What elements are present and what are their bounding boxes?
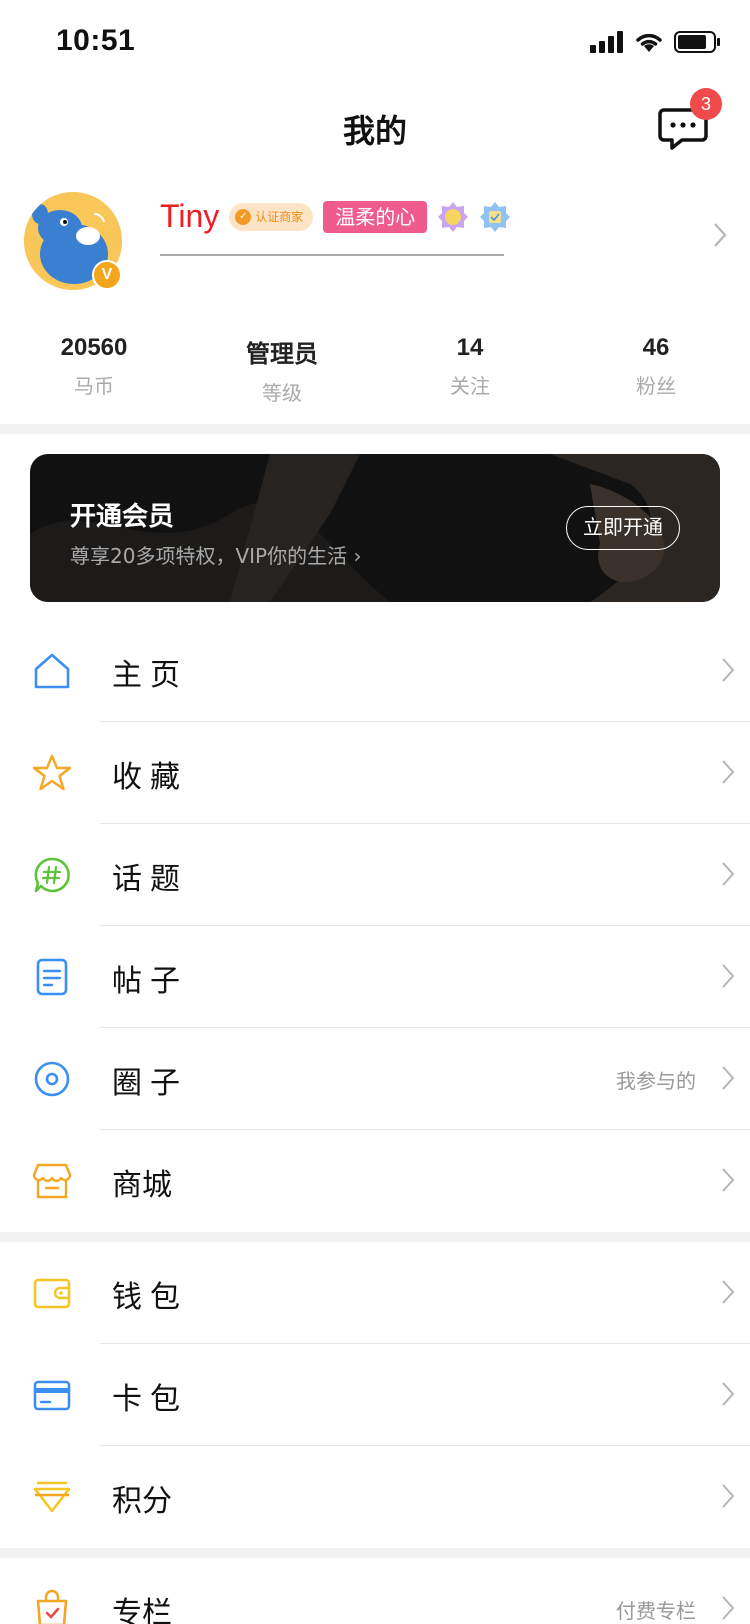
cellular-signal-icon (590, 31, 623, 53)
menu-item-favorites[interactable]: 收藏 (0, 722, 750, 824)
menu-item-extra: 我参与的 (616, 1069, 696, 1093)
vip-title: 开通会员 (70, 502, 175, 532)
medal-blue-icon (480, 201, 511, 232)
star-icon (32, 754, 72, 791)
message-count-badge: 3 (690, 88, 722, 120)
menu-item-cards[interactable]: 卡包 (0, 1344, 750, 1446)
battery-icon (674, 31, 720, 53)
menu-item-label: 积分 (112, 1484, 172, 1519)
vip-banner[interactable]: 开通会员 尊享20多项特权，VIP你的生活 › 立即开通 (30, 454, 720, 602)
wifi-icon (636, 33, 662, 52)
menu-item-label: 话题 (112, 862, 188, 897)
profile-header[interactable]: V Tiny ✓ 认证商家 温柔的心 (0, 184, 750, 294)
chevron-right-icon (722, 1280, 735, 1304)
stat-followers[interactable]: 46 粉丝 (562, 334, 750, 399)
medal-purple-icon (438, 201, 469, 232)
username: Tiny (160, 198, 220, 234)
menu-item-label: 钱包 (112, 1280, 188, 1315)
status-bar: 10:51 (0, 0, 750, 88)
stat-label: 等级 (262, 381, 302, 405)
menu-item-label: 专栏 (112, 1596, 172, 1624)
menu-group-assets: 钱包 卡包 积分 (0, 1242, 750, 1548)
signature-line (160, 254, 504, 256)
menu-item-store[interactable]: 商城 (0, 1130, 750, 1232)
chevron-right-icon (722, 658, 735, 682)
chevron-right-icon (722, 964, 735, 988)
chevron-right-icon (722, 760, 735, 784)
column-bag-icon (36, 1589, 68, 1624)
stat-label: 马币 (74, 374, 114, 398)
menu-item-wallet[interactable]: 钱包 (0, 1242, 750, 1344)
page-title: 我的 (342, 112, 407, 150)
menu-item-label: 商城 (112, 1168, 172, 1203)
menu-item-label: 主页 (112, 658, 188, 693)
section-divider (0, 424, 750, 434)
circle-icon (34, 1061, 70, 1097)
stat-label: 关注 (450, 374, 490, 398)
status-icons (590, 30, 722, 54)
menu-item-home[interactable]: 主页 (0, 620, 750, 722)
title-badge: 温柔的心 (323, 200, 428, 233)
user-name-line: Tiny ✓ 认证商家 温柔的心 (160, 198, 511, 235)
vip-subtitle: 尊享20多项特权，VIP你的生活 › (70, 544, 362, 568)
menu-item-posts[interactable]: 帖子 (0, 926, 750, 1028)
chevron-right-icon (722, 1066, 735, 1090)
chevron-right-icon (722, 1484, 735, 1508)
stat-level[interactable]: 管理员 等级 (188, 334, 376, 406)
stat-value: 46 (642, 334, 670, 361)
menu-item-label: 收藏 (112, 760, 188, 795)
menu-item-circles[interactable]: 圈子 我参与的 (0, 1028, 750, 1130)
menu-item-topics[interactable]: 话题 (0, 824, 750, 926)
certified-check-icon: ✓ (235, 208, 252, 225)
topic-hash-icon (34, 857, 70, 893)
chevron-right-icon (722, 1168, 735, 1192)
nav-bar: 我的 (0, 88, 750, 172)
stats-row: 20560 马币 管理员 等级 14 关注 46 粉丝 (0, 334, 750, 414)
stat-value: 20560 (60, 334, 128, 361)
menu-item-label: 帖子 (112, 964, 188, 999)
stat-value: 管理员 (246, 341, 318, 368)
stat-coins[interactable]: 20560 马币 (0, 334, 188, 399)
section-divider (0, 1548, 750, 1558)
stat-label: 粉丝 (636, 374, 676, 398)
document-icon (36, 958, 68, 996)
chevron-right-icon (722, 862, 735, 886)
card-icon (33, 1380, 71, 1411)
points-icon (33, 1481, 71, 1513)
wallet-icon (33, 1278, 71, 1309)
chevron-right-icon (722, 1382, 735, 1406)
menu-group-content: 主页 收藏 话题 帖子 圈子 我参与的 商城 (0, 620, 750, 1232)
store-icon (32, 1163, 72, 1199)
status-time: 10:51 (56, 24, 136, 57)
menu-item-label: 圈子 (112, 1066, 188, 1101)
vip-activate-button[interactable]: 立即开通 (566, 506, 680, 550)
menu-item-column[interactable]: 专栏 付费专栏 (0, 1558, 750, 1624)
menu-item-extra: 付费专栏 (616, 1599, 696, 1623)
section-divider (0, 1232, 750, 1242)
chevron-right-icon (722, 1596, 735, 1620)
stat-following[interactable]: 14 关注 (376, 334, 564, 399)
certified-label: 认证商家 (255, 210, 304, 224)
menu-group-columns: 专栏 付费专栏 (0, 1558, 750, 1624)
home-icon (34, 653, 70, 689)
menu-item-label: 卡包 (112, 1382, 188, 1417)
stat-value: 14 (456, 334, 484, 361)
verified-badge: V (92, 260, 122, 290)
certified-merchant-badge: ✓ 认证商家 (229, 202, 314, 231)
profile-chevron-right-icon (714, 223, 727, 247)
menu-item-points[interactable]: 积分 (0, 1446, 750, 1548)
